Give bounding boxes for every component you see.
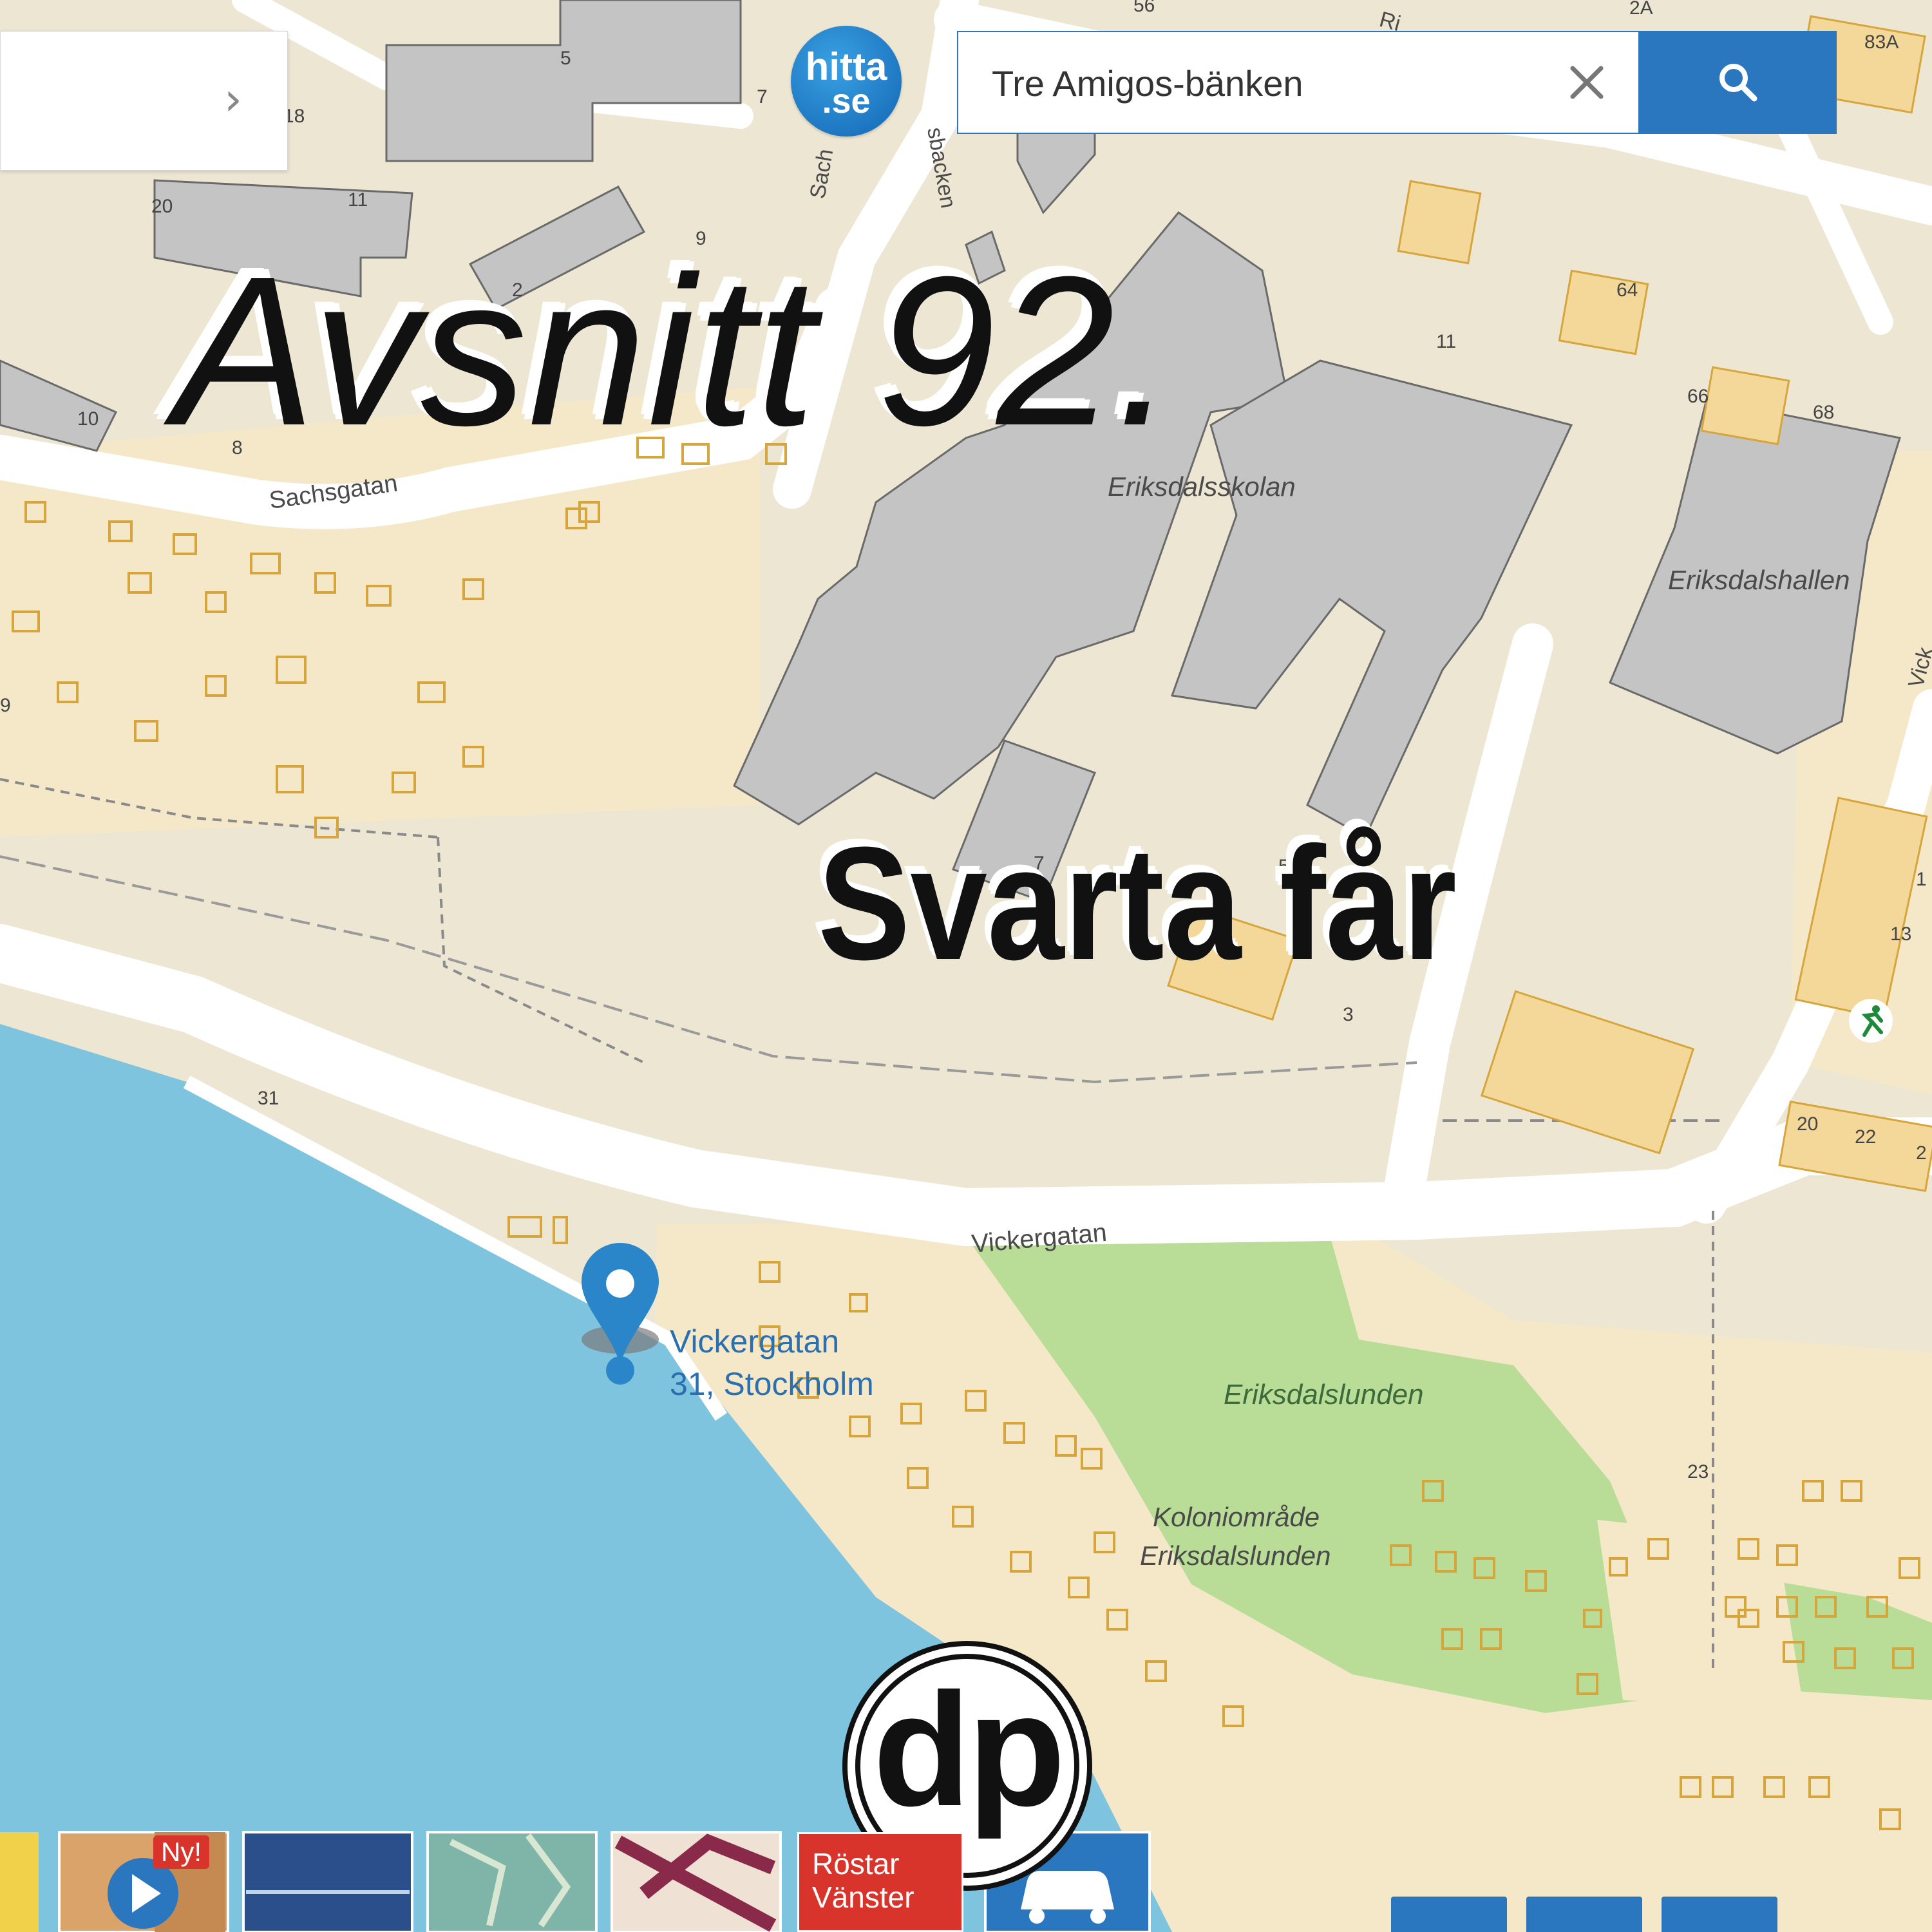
search-input[interactable] (990, 32, 1547, 134)
close-icon[interactable] (1561, 57, 1613, 108)
hitta-logo[interactable]: hitta .se (791, 26, 902, 137)
collapsed-side-panel[interactable]: › (0, 31, 288, 171)
poi-label-school: Eriksdalsskolan (1108, 471, 1296, 502)
poi-label-colony-1: Koloniområde (1153, 1502, 1320, 1532)
house-number: 2 (1916, 1142, 1927, 1164)
search-icon (1719, 64, 1757, 102)
pin-address-label[interactable]: Vickergatan 31, Stockholm (670, 1320, 874, 1405)
house-number: 83A (1864, 32, 1899, 53)
poi-label-hall: Eriksdalshallen (1668, 565, 1850, 595)
house-number: 13 (1890, 923, 1911, 945)
thumbnail-historic-map (611, 1831, 782, 1932)
poi-label-colony-2: Eriksdalslunden (1140, 1540, 1331, 1571)
house-number: 1 (1916, 869, 1927, 890)
house-number: 10 (77, 408, 99, 430)
logo-text-1: hitta (805, 45, 887, 88)
map-control-button[interactable] (1662, 1897, 1777, 1932)
house-number: 7 (757, 86, 768, 108)
pin-address-line1: Vickergatan (670, 1323, 840, 1359)
map-control-button[interactable] (1526, 1897, 1642, 1932)
poi-label-park: Eriksdalslunden (1224, 1379, 1424, 1410)
house-number: 20 (151, 196, 173, 217)
new-badge: Ny! (153, 1835, 209, 1869)
sports-icon (1849, 999, 1893, 1043)
search-box (957, 31, 1640, 134)
house-number: 31 (258, 1088, 279, 1109)
house-number: 3 (1343, 1004, 1354, 1025)
house-number: 2A (1629, 0, 1653, 19)
votes-line1: Röstar (812, 1847, 900, 1880)
thumbnail-votes[interactable]: Röstar Vänster (797, 1832, 963, 1932)
chevron-right-icon[interactable]: › (224, 77, 242, 122)
house-number: 11 (1436, 331, 1456, 352)
house-number: 20 (1797, 1113, 1818, 1135)
logo-text-2: .se (822, 82, 871, 120)
house-number: 22 (1855, 1126, 1876, 1148)
house-number: 23 (1687, 1461, 1709, 1482)
house-number: 56 (1133, 0, 1155, 16)
house-number: 64 (1616, 279, 1638, 301)
house-number: 5 (560, 48, 571, 69)
house-number: 9 (0, 695, 11, 716)
house-number: 66 (1687, 386, 1709, 407)
map-control-button[interactable] (1391, 1897, 1507, 1932)
thumbnail-satellite (242, 1831, 413, 1932)
house-number: 11 (348, 189, 368, 211)
pin-address-line2: 31, Stockholm (670, 1366, 874, 1402)
car-icon (1021, 1871, 1114, 1909)
episode-subtitle: Svarta får (818, 813, 1457, 993)
thumbnail-map-style (426, 1831, 598, 1932)
search-button[interactable] (1640, 31, 1837, 134)
votes-line2: Vänster (812, 1880, 914, 1914)
dp-logo-text: dp (873, 1660, 1065, 1839)
thumbnail-1 (0, 1832, 39, 1932)
house-number: 68 (1813, 402, 1834, 423)
episode-headline: Avsnitt 92. (174, 232, 1177, 469)
